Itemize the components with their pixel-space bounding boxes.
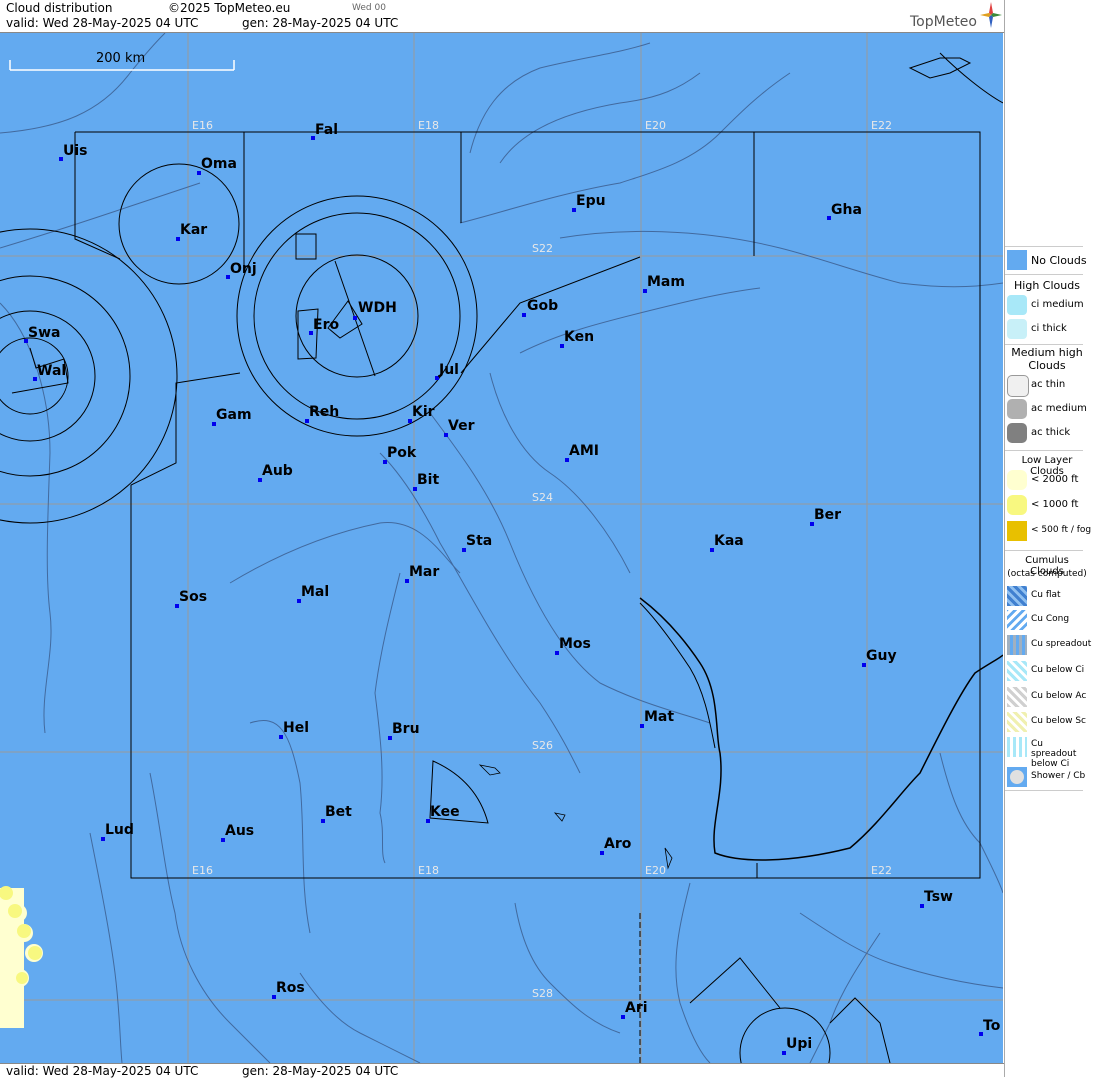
- city-label[interactable]: Reh: [309, 404, 339, 420]
- city-label[interactable]: Fal: [315, 122, 338, 138]
- valid-time: valid: Wed 28-May-2025 04 UTC: [6, 16, 199, 30]
- city-label[interactable]: Jul: [439, 362, 459, 378]
- city-label[interactable]: Wal: [37, 363, 66, 379]
- city-label[interactable]: Mal: [301, 584, 329, 600]
- footer-bar: valid: Wed 28-May-2025 04 UTC gen: 28-Ma…: [0, 1063, 1004, 1078]
- city-label[interactable]: Swa: [28, 325, 60, 341]
- grid-label-e18-top: E18: [418, 119, 439, 132]
- city-label[interactable]: Aub: [262, 463, 293, 479]
- cloud-map[interactable]: 200 km E16 E18 E20 E22 E16 E18 E20 E22 S…: [0, 33, 1003, 1063]
- city-label[interactable]: Guy: [866, 648, 897, 664]
- city-label[interactable]: Sos: [179, 589, 207, 605]
- city-label[interactable]: Mos: [559, 636, 591, 652]
- grid-label-e22-bottom: E22: [871, 864, 892, 877]
- city-label[interactable]: Mam: [647, 274, 685, 290]
- grid-label-e16-bottom: E16: [192, 864, 213, 877]
- grid-label-e22-top: E22: [871, 119, 892, 132]
- city-label[interactable]: WDH: [358, 300, 397, 316]
- city-label[interactable]: Uis: [63, 143, 88, 159]
- city-label[interactable]: Mar: [409, 564, 439, 580]
- city-label[interactable]: Bru: [392, 721, 420, 737]
- graticule: [0, 33, 1003, 1063]
- grid-label-s24: S24: [532, 491, 553, 504]
- footer-valid-time: valid: Wed 28-May-2025 04 UTC: [6, 1064, 199, 1078]
- city-label[interactable]: Aro: [604, 836, 631, 852]
- city-label[interactable]: Kee: [430, 804, 460, 820]
- city-label[interactable]: Bit: [417, 472, 439, 488]
- city-label[interactable]: Ros: [276, 980, 305, 996]
- city-label[interactable]: Tsw: [924, 889, 953, 905]
- grid-label-e16-top: E16: [192, 119, 213, 132]
- city-label[interactable]: Onj: [230, 261, 257, 277]
- copyright: ©2025 TopMeteo.eu: [168, 1, 291, 15]
- city-label[interactable]: Ver: [448, 418, 474, 434]
- city-label[interactable]: Kir: [412, 404, 435, 420]
- city-label[interactable]: Pok: [387, 445, 416, 461]
- grid-label-e20-top: E20: [645, 119, 666, 132]
- legend-high-heading: High Clouds: [1014, 279, 1080, 292]
- river-border: [639, 597, 1003, 861]
- header-bar: Cloud distribution ©2025 TopMeteo.eu Wed…: [0, 0, 1004, 33]
- map-vector-layer: [0, 33, 1003, 1063]
- legend-panel: No Clouds High Clouds ci medium ci thick…: [1004, 0, 1095, 1077]
- city-label[interactable]: Bet: [325, 804, 352, 820]
- legend-cu-subheading: (octas computed): [1007, 569, 1087, 579]
- city-label[interactable]: Oma: [201, 156, 237, 172]
- city-label[interactable]: Ber: [814, 507, 841, 523]
- city-label[interactable]: To: [983, 1018, 1000, 1034]
- city-label[interactable]: Ero: [313, 317, 339, 333]
- scale-label: 200 km: [96, 51, 146, 66]
- legend-medium-heading: Medium high Clouds: [1011, 346, 1083, 372]
- terrain-contours: [0, 33, 1003, 1063]
- gen-time: gen: 28-May-2025 04 UTC: [242, 16, 399, 30]
- map-title: Cloud distribution: [6, 1, 113, 15]
- city-label[interactable]: Lud: [105, 822, 134, 838]
- city-label[interactable]: Gam: [216, 407, 252, 423]
- city-label[interactable]: Ken: [564, 329, 594, 345]
- grid-label-e20-bottom: E20: [645, 864, 666, 877]
- grid-label-s28: S28: [532, 987, 553, 1000]
- grid-label-s22: S22: [532, 242, 553, 255]
- city-label[interactable]: Upi: [786, 1036, 812, 1052]
- city-label[interactable]: Kar: [180, 222, 207, 238]
- grid-label-e18-bottom: E18: [418, 864, 439, 877]
- city-label[interactable]: AMI: [569, 443, 599, 459]
- day-badge: Wed 00: [352, 3, 386, 13]
- river-bank: [639, 602, 716, 749]
- city-label[interactable]: Hel: [283, 720, 309, 736]
- city-label[interactable]: Gob: [527, 298, 558, 314]
- city-label[interactable]: Mat: [644, 709, 674, 725]
- city-label[interactable]: Sta: [466, 533, 492, 549]
- compass-logo-icon: [980, 2, 1002, 28]
- city-label[interactable]: Ari: [625, 1000, 648, 1016]
- city-label[interactable]: Epu: [576, 193, 606, 209]
- grid-label-s26: S26: [532, 739, 553, 752]
- city-label[interactable]: Aus: [225, 823, 254, 839]
- footer-gen-time: gen: 28-May-2025 04 UTC: [242, 1064, 399, 1078]
- logo-text: TopMeteo: [910, 14, 977, 30]
- city-label[interactable]: Kaa: [714, 533, 744, 549]
- city-label[interactable]: Gha: [831, 202, 862, 218]
